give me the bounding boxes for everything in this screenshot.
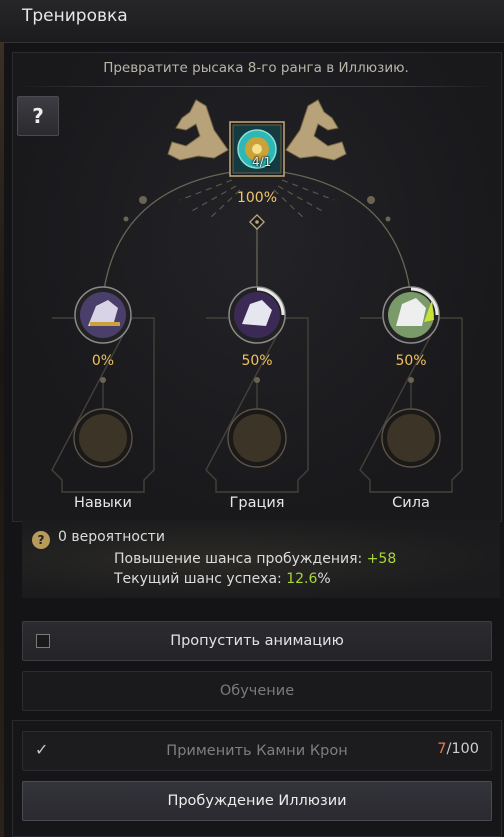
training-tree <box>51 99 463 493</box>
probability-title: 0 вероятности <box>58 529 165 545</box>
grace-label: Грация <box>229 495 285 511</box>
success-chance-row: Текущий шанс успеха: 12.6% <box>114 571 331 587</box>
left-arc <box>103 171 233 291</box>
awaken-illusion-button[interactable]: Пробуждение Иллюзии <box>22 781 492 821</box>
training-button[interactable]: Обучение <box>22 671 492 711</box>
check-icon[interactable]: ✓ <box>35 740 48 759</box>
awaken-boost-value: +58 <box>366 551 397 567</box>
left-arc-knot <box>139 196 147 204</box>
right-arc-knot <box>367 196 375 204</box>
question-icon[interactable]: ? <box>32 531 50 549</box>
stone-count-max: /100 <box>446 741 479 757</box>
skip-animation-button[interactable]: Пропустить анимацию <box>22 621 492 661</box>
skills-connector-dot <box>100 377 106 383</box>
awaken-illusion-label: Пробуждение Иллюзии <box>167 793 347 809</box>
apply-stones-label: Применить Камни Крон <box>166 743 348 759</box>
center-percent: 100% <box>236 190 278 206</box>
skills-label: Навыки <box>74 495 132 511</box>
right-arc-knot <box>385 216 391 222</box>
skills-empty-slot <box>73 408 133 468</box>
awaken-boost-row: Повышение шанса пробуждения: +58 <box>114 551 396 567</box>
skip-animation-checkbox[interactable] <box>36 634 50 648</box>
skills-percent: 0% <box>91 353 115 369</box>
right-arc <box>281 171 411 291</box>
strength-label: Сила <box>392 495 430 511</box>
center-diamond-dot <box>255 220 259 224</box>
strength-connector-dot <box>408 377 414 383</box>
probability-info: ? 0 вероятности Повышение шанса пробужде… <box>22 520 500 598</box>
left-arc-knot <box>123 216 129 222</box>
skip-animation-label: Пропустить анимацию <box>170 633 344 649</box>
apply-stones-button[interactable]: ✓ Применить Камни Крон 7/100 <box>22 731 492 771</box>
grace-empty-slot <box>227 408 287 468</box>
right-horse-ornament <box>285 99 347 161</box>
strength-horse-icon <box>382 286 440 344</box>
training-label: Обучение <box>219 683 295 699</box>
awaken-boost-label: Повышение шанса пробуждения: <box>114 551 367 567</box>
skills-horse-icon <box>74 286 132 344</box>
grace-connector-dot <box>254 377 260 383</box>
grace-percent: 50% <box>241 353 273 369</box>
success-chance-value: 12.6 <box>286 571 318 587</box>
strength-empty-slot <box>381 408 441 468</box>
center-item-count: 4/1 <box>252 155 272 169</box>
strength-percent: 50% <box>395 353 427 369</box>
stone-count: 7/100 <box>437 741 479 757</box>
left-horse-ornament <box>167 99 229 161</box>
success-chance-label: Текущий шанс успеха: <box>114 571 287 587</box>
grace-horse-icon <box>228 286 286 344</box>
success-chance-unit: % <box>317 571 331 587</box>
